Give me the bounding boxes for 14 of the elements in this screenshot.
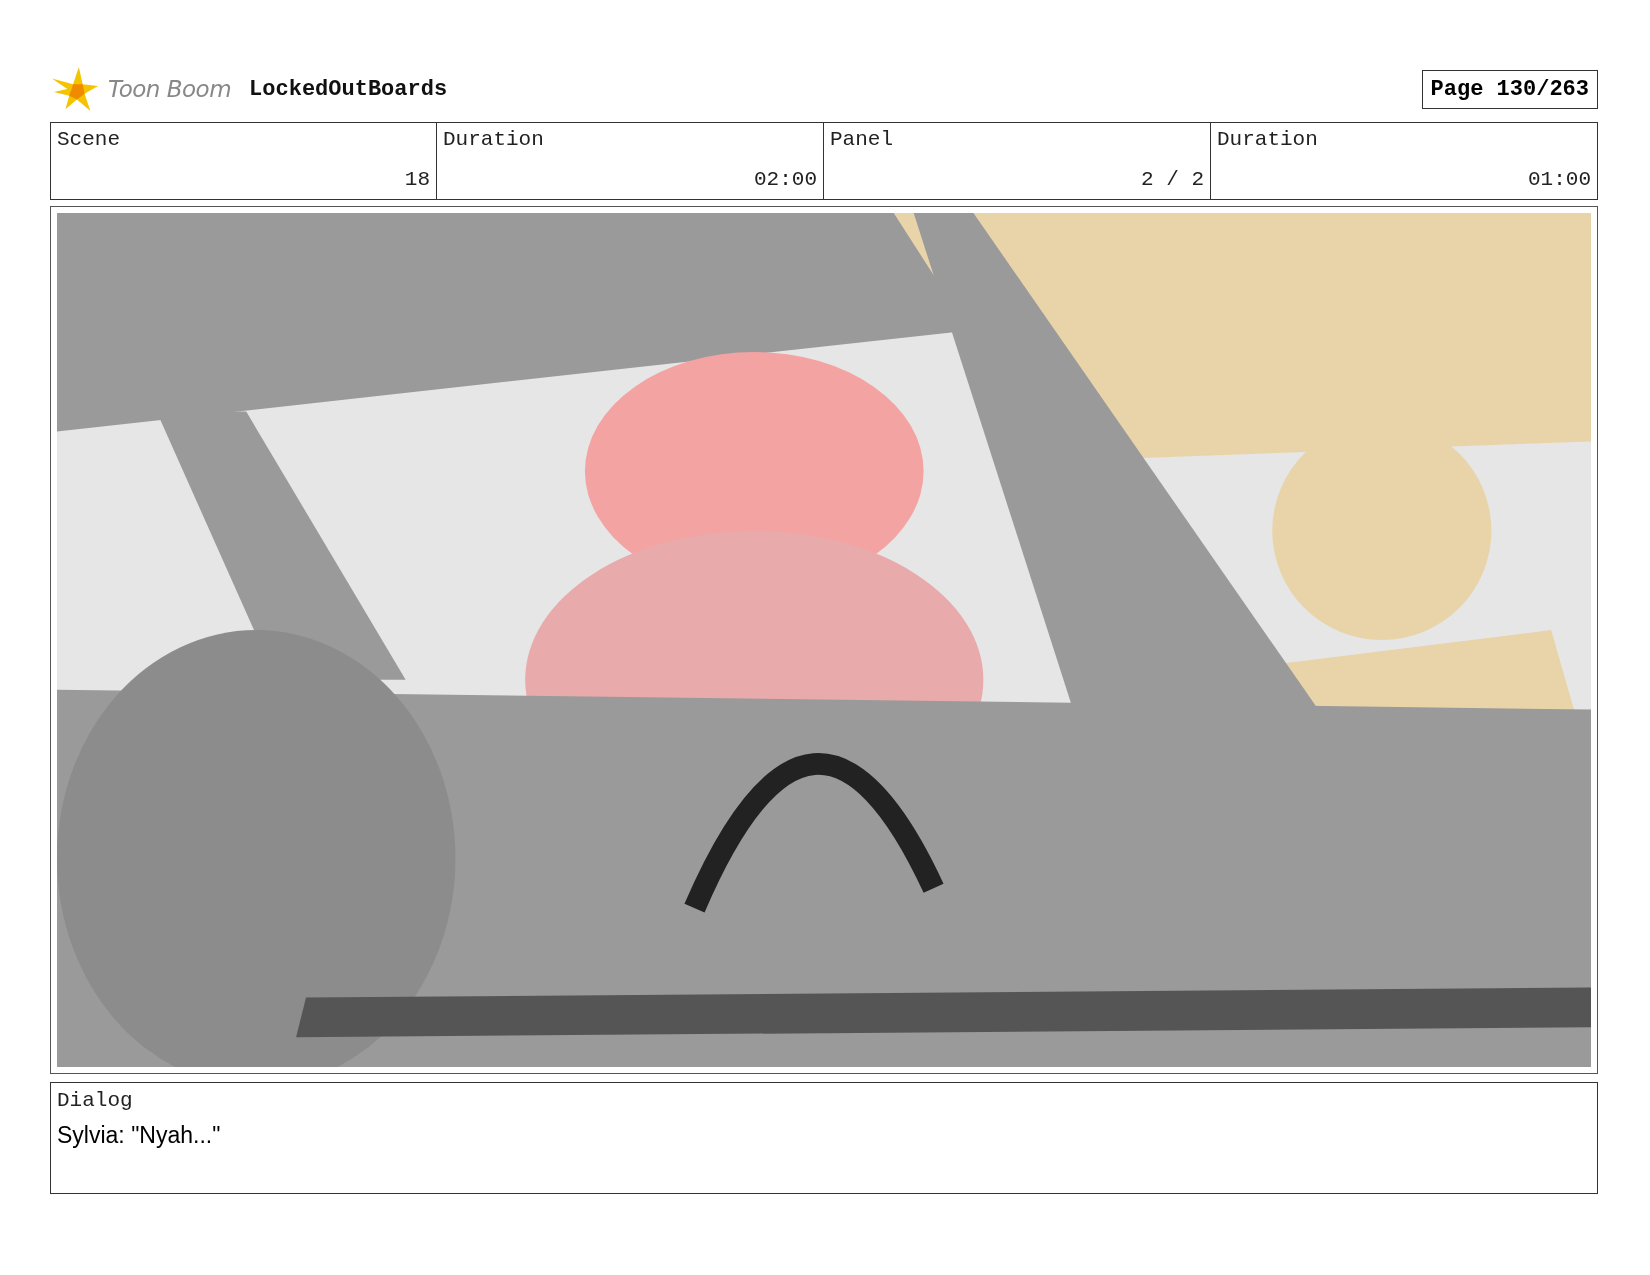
column-header: Scene bbox=[57, 128, 121, 151]
dialog-label: Dialog bbox=[57, 1089, 134, 1112]
column-header: Panel bbox=[830, 128, 894, 151]
cell-value: 02:00 bbox=[753, 168, 817, 191]
star-logo-icon bbox=[50, 65, 100, 113]
logo-text: Toon Boom bbox=[108, 76, 232, 102]
cell-value: 18 bbox=[403, 168, 430, 191]
cell-value: 01:00 bbox=[1527, 168, 1591, 191]
column-header: Duration bbox=[443, 128, 545, 151]
page-number: Page 130/263 bbox=[1421, 69, 1598, 109]
project-title: LockedOutBoards bbox=[249, 76, 448, 102]
dialog-text: Sylvia: "Nyah..." bbox=[57, 1122, 222, 1149]
column-header: Duration bbox=[1217, 128, 1319, 151]
cell-value: 2 / 2 bbox=[1140, 168, 1204, 191]
